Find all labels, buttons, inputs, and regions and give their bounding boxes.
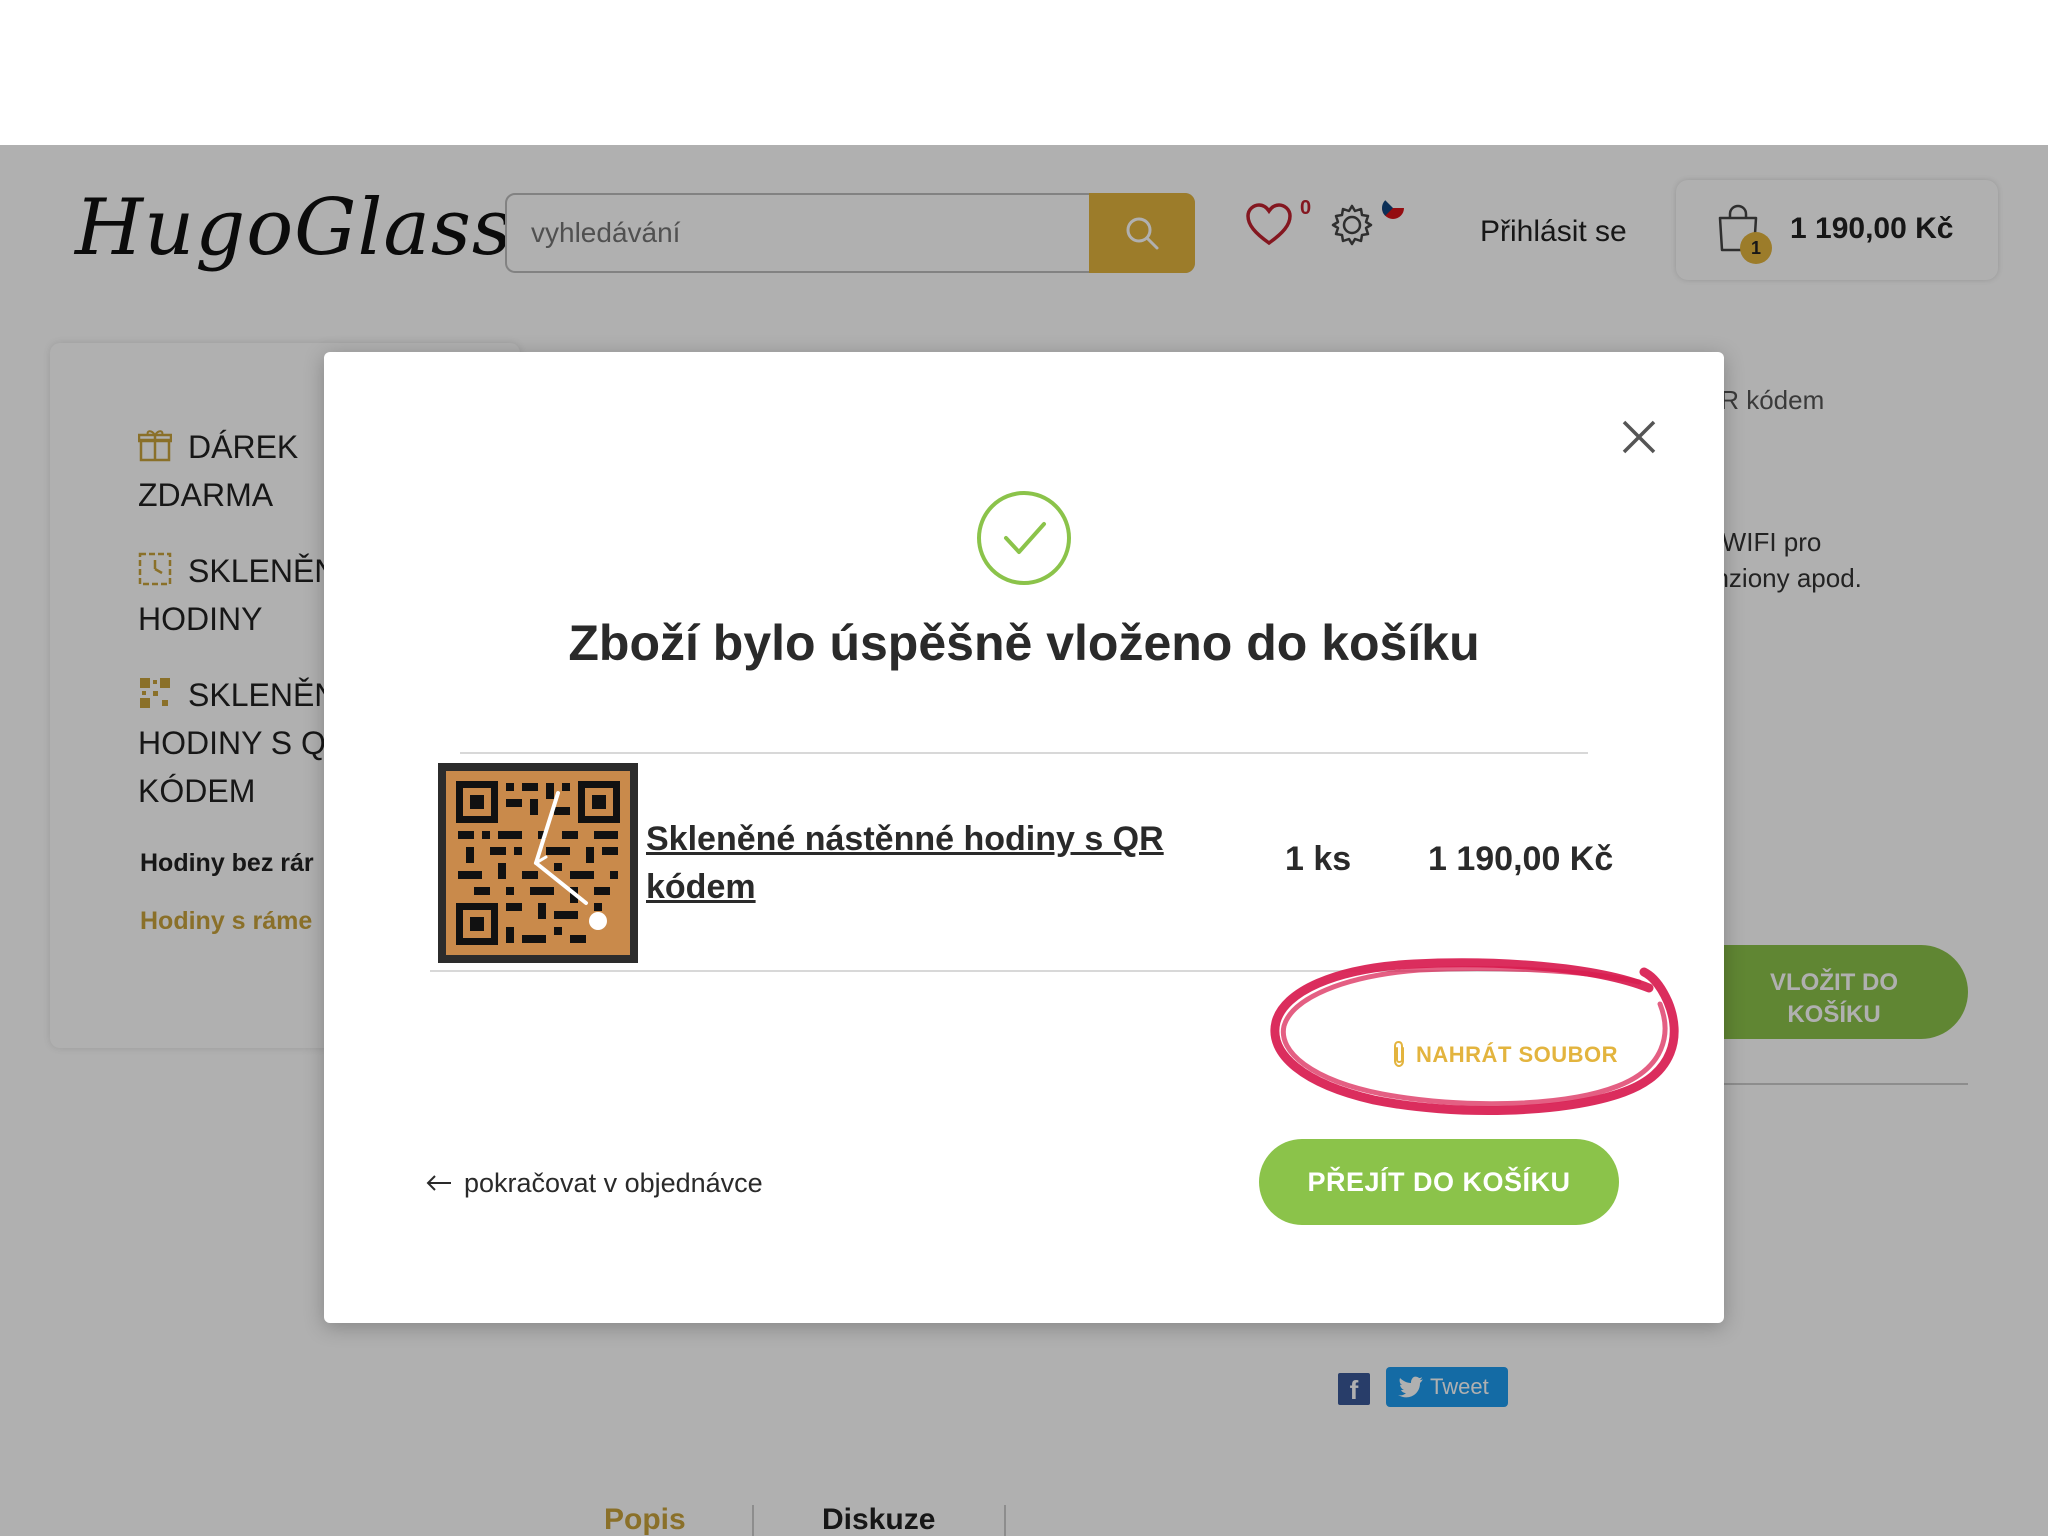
product-price: 1 190,00 Kč <box>1428 840 1614 878</box>
qr-clock-image <box>446 771 630 955</box>
divider <box>460 752 1588 754</box>
product-thumbnail[interactable] <box>438 763 638 963</box>
close-icon <box>1622 420 1656 454</box>
close-modal-button[interactable] <box>1614 412 1664 462</box>
paperclip-icon <box>1394 1040 1404 1068</box>
modal-title: Zboží bylo úspěšně vloženo do košíku <box>568 615 1480 671</box>
arrow-left-icon <box>426 1175 451 1191</box>
continue-shopping-link[interactable]: pokračovat v objednávce <box>426 1168 763 1199</box>
product-quantity: 1 ks <box>1285 840 1352 878</box>
added-to-cart-modal: Zboží bylo úspěšně vloženo do košíku Skl… <box>324 352 1724 1323</box>
go-to-cart-button[interactable]: PŘEJÍT DO KOŠÍKU <box>1259 1139 1619 1225</box>
upload-file-button[interactable]: NAHRÁT SOUBOR <box>1390 1040 1618 1068</box>
success-check-icon <box>977 491 1071 585</box>
product-name-link[interactable]: Skleněné nástěnné hodiny s QR kódem <box>646 815 1206 911</box>
